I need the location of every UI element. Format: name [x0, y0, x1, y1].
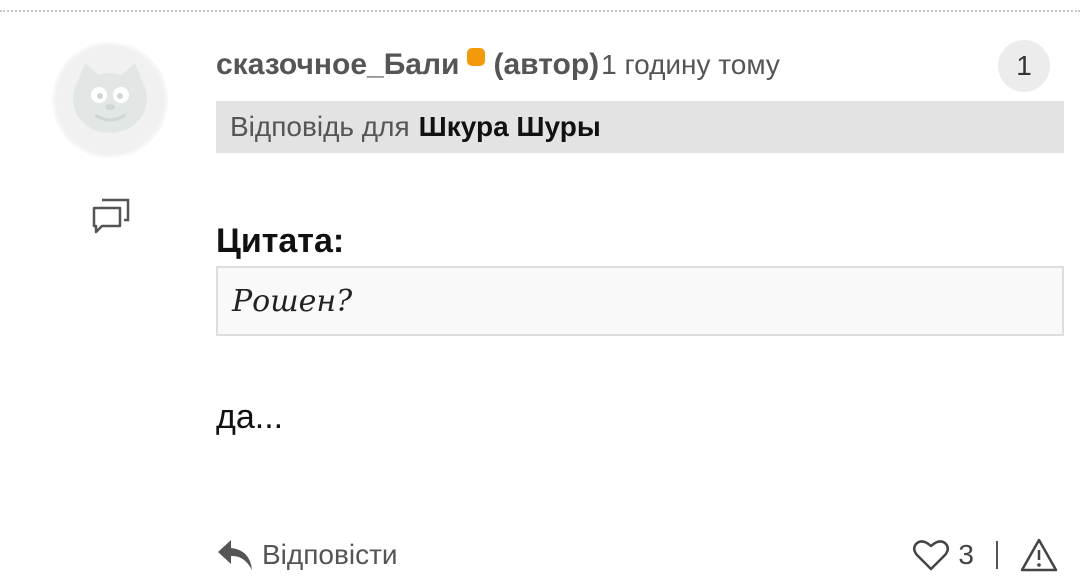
author-tag: (автор) [493, 48, 600, 81]
quote-box: Рошен? [216, 266, 1064, 336]
cat-avatar-icon [55, 45, 165, 155]
comment-body: да... [216, 398, 284, 436]
action-separator [996, 541, 998, 569]
vote-badge: 1 [998, 40, 1050, 92]
timestamp[interactable]: 1 годину тому [601, 49, 780, 81]
reply-button[interactable]: Відповісти [216, 530, 398, 580]
avatar[interactable] [52, 42, 168, 158]
quote-text: Рошен? [232, 283, 353, 319]
report-button[interactable] [1020, 538, 1058, 572]
author-name[interactable]: сказочное_Бали [216, 48, 459, 82]
comment-actions: 3 [912, 530, 1058, 580]
like-count: 3 [958, 539, 974, 570]
like-button[interactable]: 3 [912, 538, 974, 572]
comment-card: сказочное_Бали (автор) 1 годину тому 1 В… [0, 0, 1080, 588]
comment-header: сказочное_Бали (автор) 1 годину тому [216, 42, 780, 88]
warning-triangle-icon [1020, 538, 1058, 572]
reply-to-user[interactable]: Шкура Шуры [419, 111, 601, 143]
top-divider [0, 10, 1080, 12]
online-indicator [467, 48, 486, 66]
conversation-icon[interactable] [90, 196, 132, 236]
reply-to-prefix: Відповідь для [230, 111, 410, 142]
reply-to-bar[interactable]: Відповідь для Шкура Шуры [216, 101, 1064, 153]
reply-arrow-icon [218, 540, 252, 570]
reply-label: Відповісти [262, 539, 398, 570]
quote-label: Цитата: [216, 222, 345, 260]
heart-icon [913, 540, 950, 571]
